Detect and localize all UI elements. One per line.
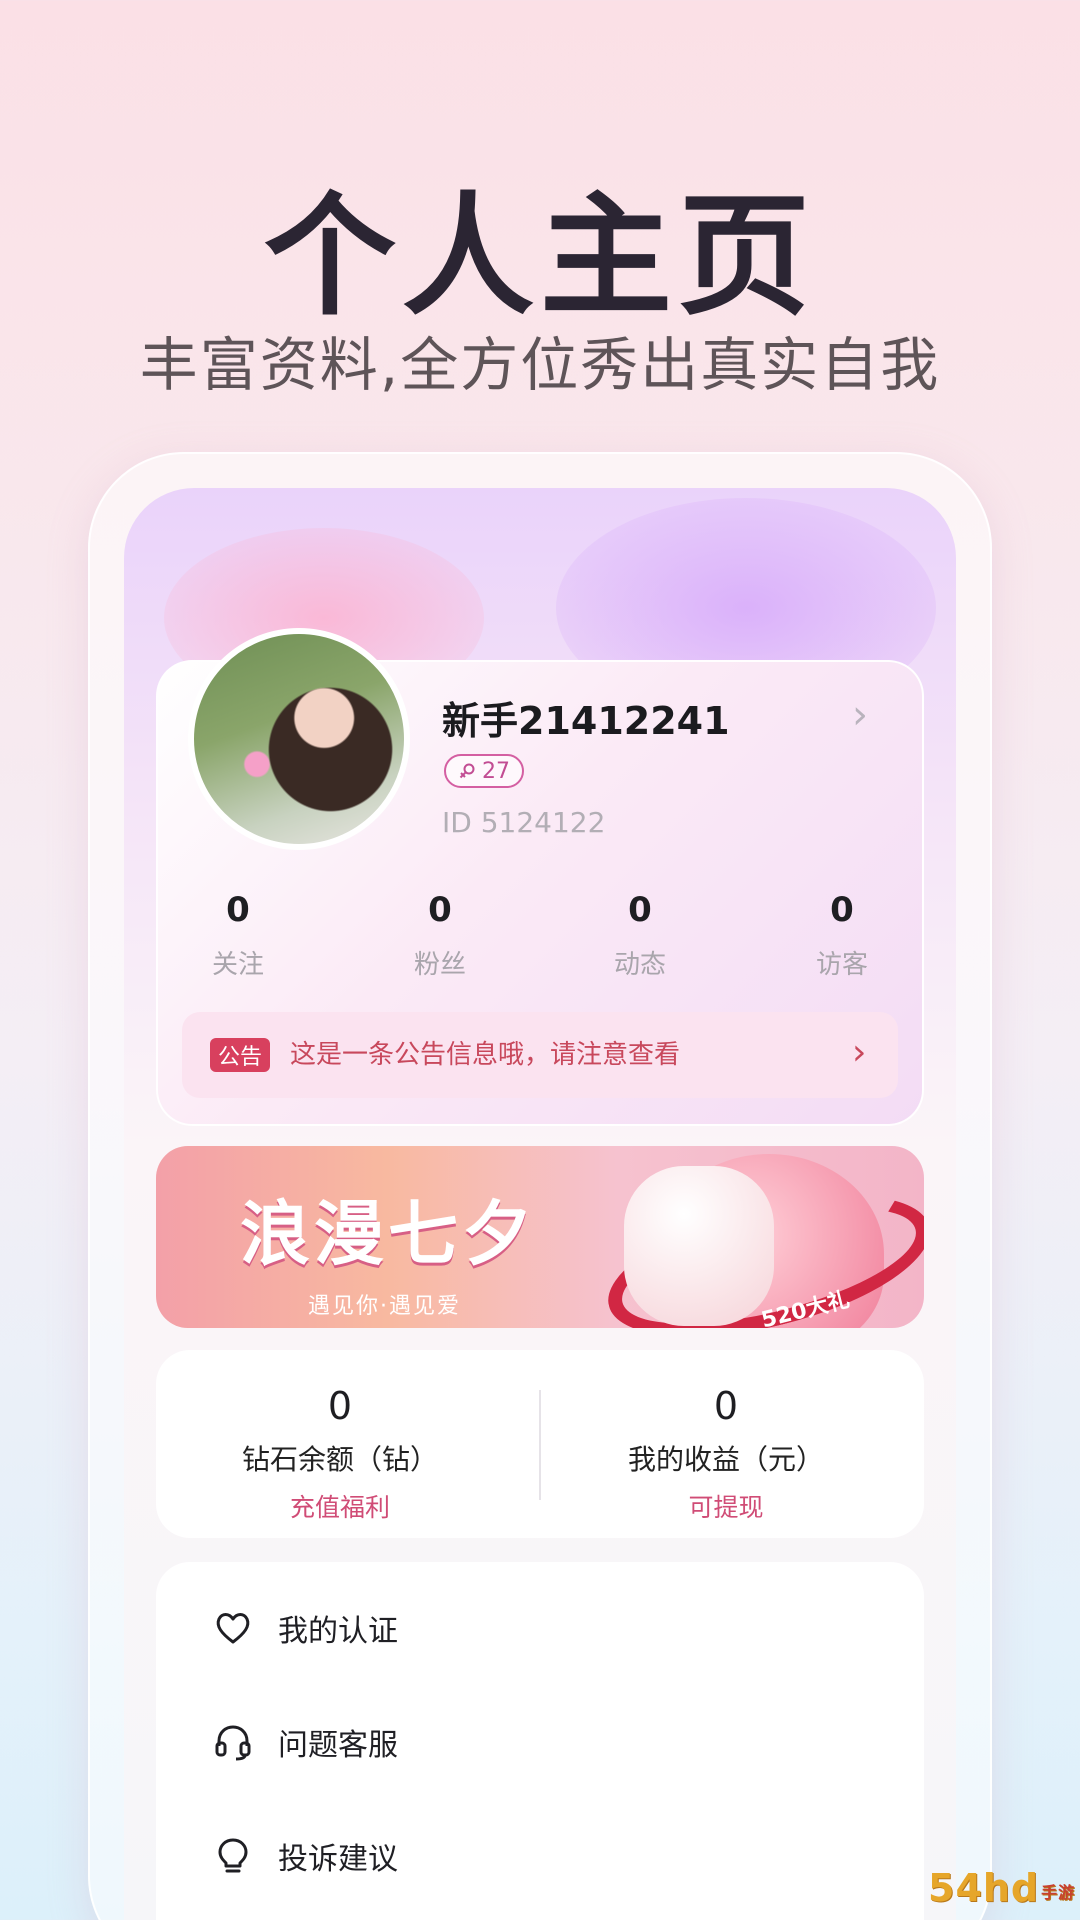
promo-headline: 个人主页: [264, 180, 816, 334]
income-value: 0: [713, 1384, 739, 1428]
banner-subtitle: 遇见你·遇见爱: [308, 1294, 461, 1319]
chevron-right-icon[interactable]: ›: [852, 1032, 866, 1073]
promo-banner[interactable]: 浪漫七夕 遇见你·遇见爱 520大礼: [156, 1146, 924, 1328]
my-income[interactable]: 0 我的收益（元） 可提现: [576, 1384, 876, 1524]
banner-title: 浪漫七夕: [240, 1192, 536, 1275]
female-icon: [459, 763, 475, 779]
menu-item-customer-service[interactable]: 问题客服: [210, 1717, 398, 1767]
income-label: 我的收益（元）: [627, 1443, 824, 1476]
menu-item-label: 我的认证: [278, 1614, 398, 1649]
promo-subline: 丰富资料,全方位秀出真实自我: [139, 331, 941, 399]
username: 新手21412241: [442, 699, 730, 743]
stat-value: 0: [628, 890, 652, 930]
menu-item-label: 问题客服: [278, 1728, 398, 1763]
stat-posts[interactable]: 0 动态: [570, 890, 710, 981]
stat-fans[interactable]: 0 粉丝: [370, 890, 510, 981]
menu-item-verification[interactable]: 我的认证: [210, 1603, 398, 1653]
notice-text[interactable]: 这是一条公告信息哦，请注意查看: [290, 1038, 680, 1072]
gender-age-badge: 27: [444, 754, 524, 788]
withdraw-link[interactable]: 可提现: [576, 1488, 876, 1524]
menu-item-label: 投诉建议: [278, 1842, 398, 1877]
notice-tag: 公告: [210, 1038, 271, 1072]
stat-visitors[interactable]: 0 访客: [772, 890, 912, 981]
stat-label: 动态: [613, 950, 666, 980]
stat-value: 0: [830, 890, 854, 930]
stat-value: 0: [428, 890, 452, 930]
heart-icon: [210, 1605, 256, 1651]
chevron-right-icon[interactable]: ›: [852, 692, 868, 738]
lightbulb-icon: [210, 1833, 256, 1879]
stat-value: 0: [226, 890, 250, 930]
recharge-link[interactable]: 充值福利: [190, 1488, 490, 1524]
stat-label: 关注: [211, 950, 264, 980]
stat-label: 访客: [815, 950, 868, 980]
watermark-main: 54hd: [928, 1866, 1040, 1910]
user-id: ID 5124122: [442, 806, 606, 839]
diamond-balance-value: 0: [327, 1384, 353, 1428]
menu-item-feedback[interactable]: 投诉建议: [210, 1831, 398, 1881]
divider: [539, 1390, 541, 1500]
age-value: 27: [482, 758, 510, 784]
site-watermark: 54hd手游网: [928, 1866, 1080, 1920]
avatar[interactable]: [188, 628, 410, 850]
stat-label: 粉丝: [413, 950, 466, 980]
diamond-balance[interactable]: 0 钻石余额（钻） 充值福利: [190, 1384, 490, 1524]
diamond-balance-label: 钻石余额（钻）: [241, 1443, 438, 1476]
stat-following[interactable]: 0 关注: [168, 890, 308, 981]
headset-icon: [210, 1719, 256, 1765]
hand-gesture-image: [624, 1166, 774, 1326]
